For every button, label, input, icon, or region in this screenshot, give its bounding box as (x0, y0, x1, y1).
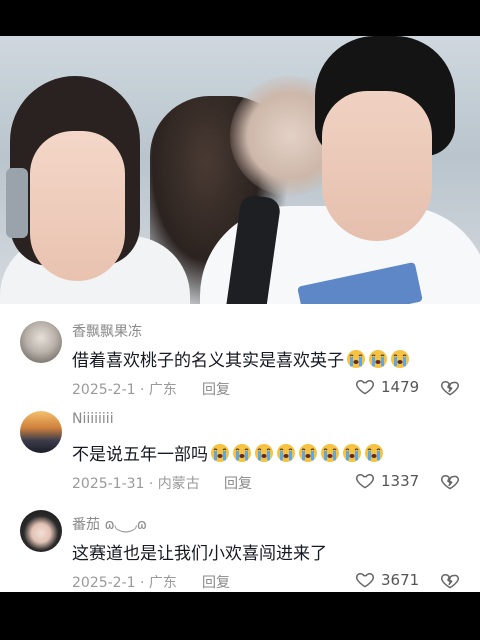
boy-face (322, 91, 432, 241)
reply-button[interactable]: 回复 (202, 379, 230, 399)
loudly-crying-face-icon (391, 350, 409, 368)
broken-heart-icon[interactable] (440, 472, 460, 492)
heart-outline-icon (355, 474, 375, 489)
broken-heart-icon[interactable] (440, 571, 460, 591)
emoji-row (208, 444, 384, 465)
reply-button[interactable]: 回复 (202, 572, 230, 592)
comment-text[interactable]: 不是说五年一部吗 (72, 440, 384, 465)
heart-outline-icon (355, 573, 375, 588)
broken-heart-icon[interactable] (440, 378, 460, 398)
avatar[interactable] (20, 411, 62, 453)
comment-item: Niiiiiiii 不是说五年一部吗 2025-1-31 · 内蒙古 回复 13… (0, 400, 480, 496)
loudly-crying-face-icon (365, 444, 383, 462)
video-frame[interactable] (0, 36, 480, 304)
comment-text[interactable]: 借着喜欢桃子的名义其实是喜欢英子 (72, 346, 410, 371)
comment-text-body: 借着喜欢桃子的名义其实是喜欢英子 (72, 351, 344, 371)
emoji-row (344, 350, 410, 371)
girl-face (30, 131, 125, 281)
avatar[interactable] (20, 321, 62, 363)
comment-item: 番茄 ɷ◟‿◞ɷ 这赛道也是让我们小欢喜闯进来了 2025-2-1 · 广东 回… (0, 496, 480, 592)
like-button[interactable]: 1337 (355, 471, 419, 491)
avatar[interactable] (20, 510, 62, 552)
loudly-crying-face-icon (321, 444, 339, 462)
loudly-crying-face-icon (233, 444, 251, 462)
comment-author[interactable]: 香飘飘果冻 (72, 321, 142, 341)
comments-panel: 香飘飘果冻 借着喜欢桃子的名义其实是喜欢英子 2025-2-1 · 广东 回复 … (0, 304, 480, 592)
loudly-crying-face-icon (369, 350, 387, 368)
like-count: 3671 (381, 571, 420, 589)
comment-author[interactable]: 番茄 ɷ◟‿◞ɷ (72, 514, 147, 534)
comment-text-body: 不是说五年一部吗 (72, 445, 208, 465)
loudly-crying-face-icon (299, 444, 317, 462)
loudly-crying-face-icon (343, 444, 361, 462)
comment-date-location: 2025-1-31 · 内蒙古 (72, 476, 200, 492)
loudly-crying-face-icon (277, 444, 295, 462)
heart-outline-icon (355, 380, 375, 395)
phone (6, 168, 28, 238)
comment-date-location: 2025-2-1 · 广东 (72, 575, 177, 591)
like-count: 1337 (381, 472, 420, 490)
like-button[interactable]: 3671 (355, 570, 419, 590)
comment-date-location: 2025-2-1 · 广东 (72, 382, 177, 398)
bottom-letterbox (0, 592, 480, 640)
loudly-crying-face-icon (211, 444, 229, 462)
like-count: 1479 (381, 378, 420, 396)
comment-text-body: 这赛道也是让我们小欢喜闯进来了 (72, 544, 327, 564)
comment-item: 香飘飘果冻 借着喜欢桃子的名义其实是喜欢英子 2025-2-1 · 广东 回复 … (0, 304, 480, 400)
like-button[interactable]: 1479 (355, 377, 419, 397)
comment-text[interactable]: 这赛道也是让我们小欢喜闯进来了 (72, 539, 327, 564)
reply-button[interactable]: 回复 (224, 473, 252, 493)
comment-author[interactable]: Niiiiiiii (72, 411, 114, 427)
loudly-crying-face-icon (255, 444, 273, 462)
top-letterbox (0, 0, 480, 36)
loudly-crying-face-icon (347, 350, 365, 368)
